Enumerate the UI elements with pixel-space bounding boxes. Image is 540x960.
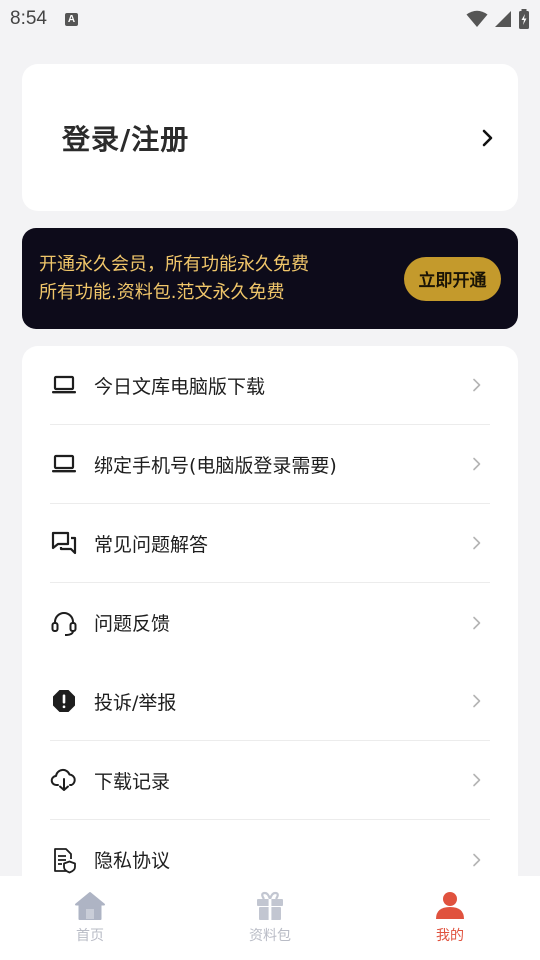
tab-home[interactable]: 首页	[0, 876, 180, 960]
menu-item-faq[interactable]: 常见问题解答	[50, 504, 490, 583]
menu-item-label: 常见问题解答	[94, 533, 209, 556]
chevron-right-icon	[473, 694, 481, 708]
laptop-icon	[50, 450, 78, 478]
login-register-label: 登录/注册	[62, 122, 190, 156]
chevron-right-icon	[473, 853, 481, 866]
alert-octagon-icon	[50, 687, 78, 715]
chevron-right-icon	[473, 616, 481, 629]
menu-item-label: 今日文库电脑版下载	[94, 375, 266, 398]
vip-line-2: 所有功能.资料包.范文永久免费	[39, 282, 285, 303]
laptop-icon	[50, 371, 78, 399]
status-right	[466, 9, 530, 29]
tab-label: 资料包	[249, 928, 291, 944]
vip-line-1: 开通永久会员，所有功能永久免费	[39, 254, 309, 275]
vip-text: 开通永久会员，所有功能永久免费 所有功能.资料包.范文永久免费	[39, 253, 309, 304]
chevron-right-icon	[473, 457, 481, 471]
menu-item-label: 问题反馈	[94, 613, 171, 635]
battery-icon	[519, 9, 529, 29]
chat-bubbles-icon	[50, 529, 78, 557]
menu-item-feedback[interactable]: 问题反馈	[50, 583, 490, 662]
notification-a-icon: A	[64, 12, 78, 26]
chevron-right-icon	[482, 129, 493, 146]
menu-item-pc-download[interactable]: 今日文库电脑版下载	[50, 346, 490, 425]
tab-mine[interactable]: 我的	[360, 876, 540, 960]
tab-label: 我的	[436, 928, 464, 944]
menu-item-report[interactable]: 投诉/举报	[50, 662, 490, 741]
document-shield-icon	[50, 846, 78, 874]
menu-item-bind-phone[interactable]: 绑定手机号(电脑版登录需要)	[50, 425, 490, 504]
cellular-signal-icon	[495, 11, 511, 27]
chevron-right-icon	[473, 378, 481, 392]
cloud-download-icon	[50, 766, 78, 794]
status-left: 8:54 A	[10, 8, 78, 30]
tab-materials[interactable]: 资料包	[180, 876, 360, 960]
login-register-card[interactable]: 登录/注册	[22, 64, 518, 211]
menu-item-label: 隐私协议	[94, 850, 171, 872]
chevron-right-icon	[473, 536, 481, 550]
headset-icon	[50, 609, 78, 637]
user-icon	[436, 892, 464, 919]
chevron-right-icon	[473, 773, 481, 787]
gift-icon	[257, 891, 283, 920]
menu-card: 今日文库电脑版下载 绑定手机号(电脑版登录需要) 常见问题解答 问题反馈 投诉/…	[22, 346, 518, 906]
activate-now-button[interactable]: 立即开通	[404, 256, 501, 301]
status-bar: 8:54 A	[0, 0, 540, 38]
home-icon	[75, 892, 105, 920]
bottom-tab-bar: 首页 资料包 我的	[0, 876, 540, 960]
menu-item-label: 投诉/举报	[94, 691, 177, 714]
menu-item-label: 下载记录	[94, 770, 171, 793]
menu-item-download-history[interactable]: 下载记录	[50, 741, 490, 820]
menu-item-label: 绑定手机号(电脑版登录需要)	[94, 454, 337, 477]
vip-banner[interactable]: 开通永久会员，所有功能永久免费 所有功能.资料包.范文永久免费 立即开通	[22, 228, 518, 329]
status-time: 8:54	[10, 8, 47, 29]
tab-label: 首页	[76, 928, 104, 944]
wifi-icon	[466, 10, 488, 27]
